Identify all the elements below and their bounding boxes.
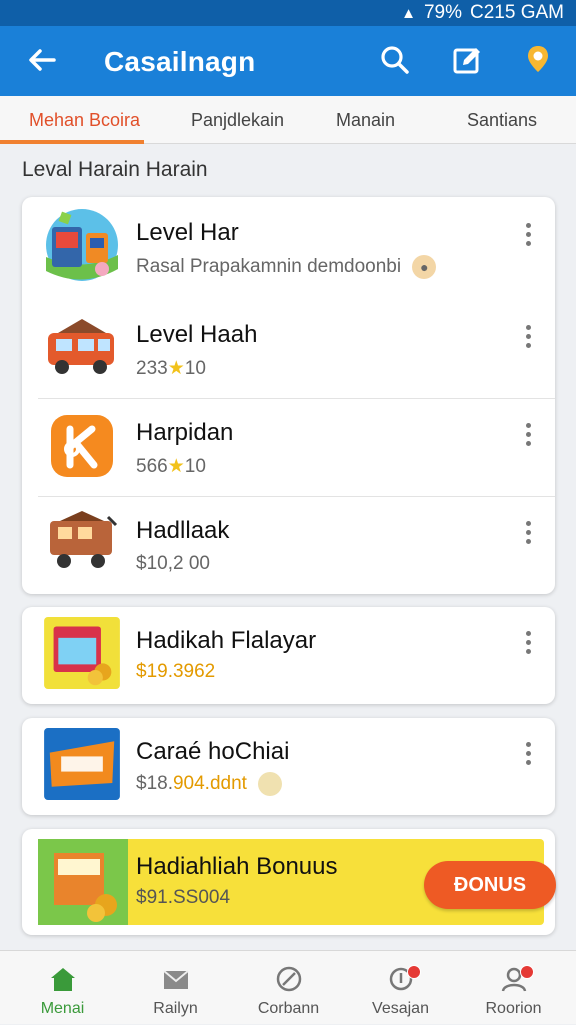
- party-emoji-icon: ●: [412, 255, 437, 279]
- list-item[interactable]: Level Har Rasal Prapakamnin demdoonbi ●: [22, 197, 555, 295]
- nav-label: Vesajan: [372, 1000, 429, 1017]
- page-title: Casailnagn: [104, 46, 256, 77]
- active-tab-indicator: [0, 140, 144, 144]
- item-name: Harpidan: [136, 419, 234, 446]
- item-subtitle: $19.3962: [136, 661, 216, 682]
- nav-label: Roorion: [485, 1000, 542, 1017]
- item-subtitle-count: 10: [184, 358, 206, 379]
- tab-bar: Mehan Bcoira Panjdlekain Manain Santians: [0, 96, 576, 144]
- nav-feather[interactable]: Corbann: [231, 951, 346, 1025]
- nav-home[interactable]: Menai: [5, 951, 120, 1025]
- item-subtitle: 233★10: [136, 357, 206, 380]
- pencil-emoji-icon: [258, 772, 283, 796]
- more-options-icon[interactable]: [523, 223, 533, 249]
- tab-santians[interactable]: Santians: [467, 110, 537, 131]
- item-subtitle: Rasal Prapakamnin demdoonbi ●: [136, 255, 437, 279]
- tab-mehan-bcoira[interactable]: Mehan Bcoira: [29, 110, 140, 131]
- signal-icon: ▲: [401, 4, 416, 22]
- arcade-machine-icon: [46, 209, 118, 281]
- section-title: Leval Harain Harain: [22, 158, 208, 181]
- item-subtitle: $18.904.ddnt: [136, 772, 283, 796]
- edit-icon[interactable]: [451, 44, 483, 76]
- item-name: Caraé hoChiai: [136, 738, 290, 765]
- more-options-icon[interactable]: [523, 631, 533, 657]
- list-item[interactable]: Harpidan 566★10: [22, 399, 555, 497]
- nav-label: Menai: [40, 1000, 85, 1017]
- more-options-icon[interactable]: [523, 521, 533, 547]
- truck-icon: [48, 319, 114, 374]
- more-options-icon[interactable]: [523, 423, 533, 449]
- nav-profile[interactable]: Roorion: [456, 951, 571, 1025]
- list-item[interactable]: Level Haah 233★10: [22, 301, 555, 399]
- search-icon[interactable]: [379, 44, 411, 76]
- battery-level: 79%: [423, 2, 463, 23]
- app-logo-icon: [51, 415, 113, 477]
- tab-manain[interactable]: Manain: [336, 110, 395, 131]
- list-item[interactable]: Hadllaak $10,2 00: [22, 497, 555, 595]
- mail-icon: [163, 970, 189, 989]
- bottom-navigation: Menai Railyn Corbann Vesajan Roorion: [0, 950, 576, 1024]
- wagon-icon: [50, 511, 118, 568]
- star-icon: ★: [167, 358, 185, 379]
- nav-trophy[interactable]: Vesajan: [343, 951, 458, 1025]
- more-options-icon[interactable]: [523, 325, 533, 351]
- item-subtitle: $10,2 00: [136, 553, 210, 574]
- feather-icon: [276, 966, 302, 992]
- item-name: Level Haah: [136, 321, 258, 348]
- home-icon: [51, 968, 75, 991]
- nav-label: Railyn: [153, 1000, 198, 1017]
- reward-card[interactable]: Caraé hoChiai $18.904.ddnt: [22, 718, 555, 815]
- item-subtitle-amount: 904.ddnt: [172, 773, 247, 795]
- item-subtitle-text: 233: [136, 358, 168, 379]
- bonus-title: Hadiahliah Bonuus: [136, 853, 338, 880]
- reward-card[interactable]: Hadikah Flalayar $19.3962: [22, 607, 555, 704]
- item-subtitle: 566★10: [136, 455, 206, 478]
- more-options-icon[interactable]: [523, 742, 533, 768]
- item-subtitle-count: 10: [184, 456, 206, 477]
- nav-label: Corbann: [257, 1000, 320, 1017]
- status-bar: ▲ 79% C215 GAM: [0, 0, 576, 26]
- bonus-slot-icon: [38, 839, 128, 925]
- item-name: Hadllaak: [136, 517, 230, 544]
- item-name: Hadikah Flalayar: [136, 627, 317, 654]
- bonus-button[interactable]: ĐONUS: [424, 861, 556, 909]
- promo-logo-icon: [44, 728, 120, 800]
- star-icon: ★: [167, 456, 185, 477]
- item-name: Level Har: [136, 219, 239, 246]
- app-bar: Casailnagn: [0, 26, 576, 96]
- notification-badge: [520, 965, 534, 979]
- item-subtitle-text: $18.: [136, 773, 173, 795]
- tab-panjdlekain[interactable]: Panjdlekain: [191, 110, 284, 131]
- bonus-amount: $91.SS004: [136, 887, 231, 908]
- bonus-card[interactable]: Hadiahliah Bonuus $91.SS004 ĐONUS: [22, 829, 556, 935]
- nav-mail[interactable]: Railyn: [118, 951, 233, 1025]
- clock: C215 GAM: [470, 2, 564, 23]
- back-arrow-icon[interactable]: [26, 44, 58, 76]
- slot-machine-icon: [44, 617, 120, 689]
- level-list-card: Level Har Rasal Prapakamnin demdoonbi ● …: [22, 197, 555, 594]
- location-pin-icon[interactable]: [522, 44, 554, 76]
- item-subtitle-text: Rasal Prapakamnin demdoonbi: [136, 256, 402, 278]
- item-subtitle-text: 566: [136, 456, 168, 477]
- notification-badge: [407, 965, 421, 979]
